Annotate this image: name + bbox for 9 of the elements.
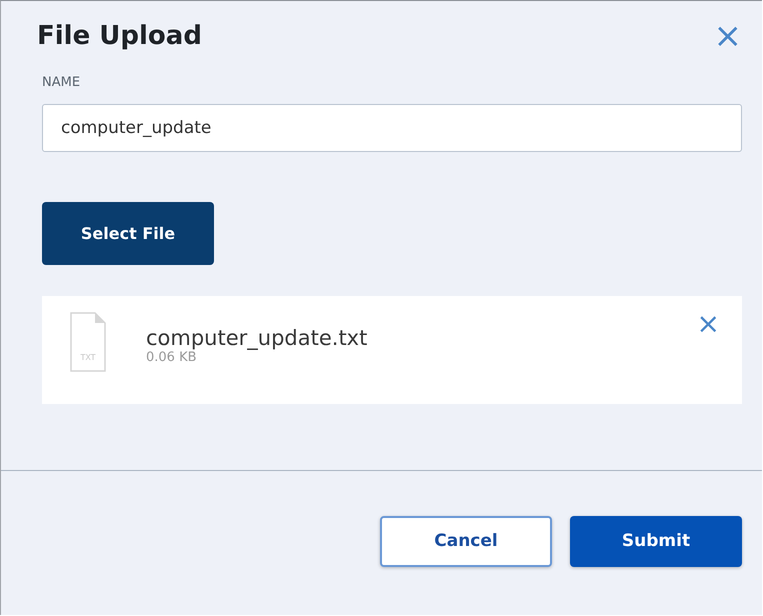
file-name: computer_update.txt <box>146 326 368 350</box>
cancel-button[interactable]: Cancel <box>380 516 552 566</box>
submit-button[interactable]: Submit <box>570 516 742 566</box>
remove-file-button[interactable]: × <box>692 310 724 338</box>
field-label: NAME <box>42 75 82 90</box>
name-field[interactable]: computer_update <box>42 104 742 152</box>
file-size: 0.06 KB <box>146 350 198 365</box>
select-file-button[interactable]: Select File <box>42 202 214 265</box>
dialog-title: File Upload <box>37 21 202 51</box>
